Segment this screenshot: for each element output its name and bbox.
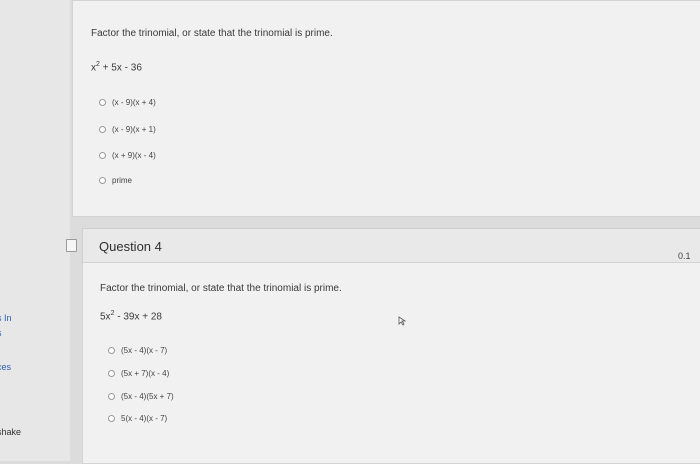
answer-option[interactable]: (x + 9)(x - 4) — [99, 151, 156, 160]
nav-link-fragment[interactable]: s In — [0, 313, 12, 323]
radio-button[interactable] — [99, 99, 106, 106]
option-label: (x - 9)(x + 1) — [112, 125, 156, 134]
answer-option[interactable]: 5(x - 4)(x - 7) — [108, 414, 167, 423]
radio-button[interactable] — [99, 126, 106, 133]
radio-button[interactable] — [108, 347, 115, 354]
question-4-card: Factor the trinomial, or state that the … — [82, 262, 700, 464]
flag-question-icon[interactable] — [66, 239, 77, 252]
mouse-cursor-icon — [398, 316, 407, 328]
option-label: (x - 9)(x + 4) — [112, 98, 156, 107]
answer-option[interactable]: (5x - 4)(5x + 7) — [108, 392, 174, 401]
radio-button[interactable] — [108, 415, 115, 422]
nav-link-fragment[interactable]: s — [0, 328, 2, 338]
answer-option[interactable]: (x - 9)(x + 4) — [99, 98, 156, 107]
poly-rest: - 39x + 28 — [114, 311, 162, 323]
nav-link-fragment[interactable]: ces — [0, 362, 11, 372]
radio-button[interactable] — [108, 393, 115, 400]
question-prompt: Factor the trinomial, or state that the … — [91, 28, 333, 39]
radio-button[interactable] — [99, 177, 106, 184]
option-label: (5x - 4)(5x + 7) — [121, 392, 174, 401]
points-label: 0.1 — [678, 251, 691, 261]
question-prompt: Factor the trinomial, or state that the … — [100, 283, 342, 294]
option-label: (5x + 7)(x - 4) — [121, 369, 170, 378]
option-label: (x + 9)(x - 4) — [112, 151, 156, 160]
answer-option[interactable]: (x - 9)(x + 1) — [99, 125, 156, 134]
option-label: prime — [112, 176, 133, 185]
poly-rest: + 5x - 36 — [99, 62, 142, 74]
trinomial-expression: 5x2 - 39x + 28 — [100, 310, 162, 322]
question-title: Question 4 — [99, 239, 162, 254]
answer-option[interactable]: (5x + 7)(x - 4) — [108, 369, 169, 378]
question-3-card: Factor the trinomial, or state that the … — [72, 0, 700, 217]
trinomial-expression: x2 + 5x - 36 — [91, 61, 142, 73]
radio-button[interactable] — [108, 370, 115, 377]
poly-base: 5x — [100, 311, 111, 323]
radio-button[interactable] — [99, 152, 106, 159]
question-4-header: Question 4 — [82, 228, 700, 264]
option-label: 5(x - 4)(x - 7) — [121, 414, 168, 423]
nav-link-fragment[interactable]: shake — [0, 427, 21, 437]
option-label: (5x - 4)(x - 7) — [121, 346, 168, 355]
answer-option[interactable]: (5x - 4)(x - 7) — [108, 346, 167, 355]
answer-option[interactable]: prime — [99, 176, 132, 185]
left-navigation: s In s t ces t shake — [0, 0, 70, 461]
